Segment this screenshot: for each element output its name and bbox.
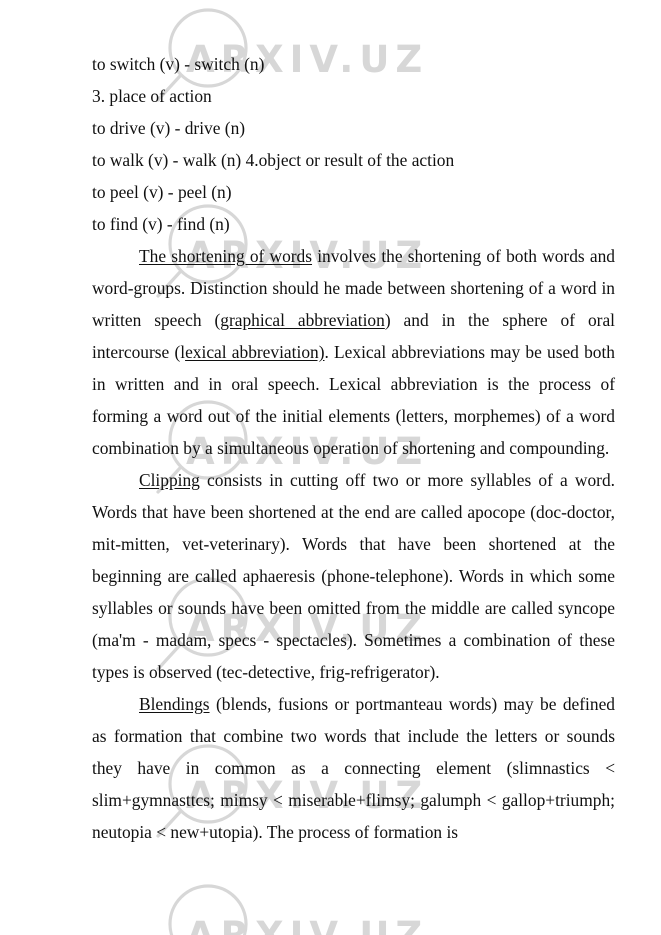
paragraph-text: (blends, fusions or portmanteau words) m… bbox=[92, 694, 615, 842]
text-line: to find (v) - find (n) bbox=[92, 214, 230, 234]
term-blendings: Blendings bbox=[139, 694, 210, 714]
paragraph-clipping: Clipping consists in cutting off two or … bbox=[92, 464, 615, 688]
paragraph-shortening: The shortening of words involves the sho… bbox=[92, 240, 615, 464]
text-line: to walk (v) - walk (n) 4.object or resul… bbox=[92, 150, 455, 170]
term-lexical-abbreviation: exical abbreviation) bbox=[185, 342, 325, 362]
term-graphical-abbreviation: graphical abbreviation bbox=[220, 310, 385, 330]
text-line: to peel (v) - peel (n) bbox=[92, 182, 232, 202]
text-line: to switch (v) - switch (n) bbox=[92, 54, 265, 74]
term-clipping: Clipping bbox=[139, 470, 200, 490]
text-line: 3. place of action bbox=[92, 86, 212, 106]
document-page: to switch (v) - switch (n) 3. place of a… bbox=[0, 0, 661, 935]
paragraph-blendings: Blendings (blends, fusions or portmantea… bbox=[92, 688, 615, 848]
text-line: to drive (v) - drive (n) bbox=[92, 118, 246, 138]
paragraph-text: consists in cutting off two or more syll… bbox=[92, 470, 615, 682]
term-shortening-of-words: The shortening of words bbox=[139, 246, 313, 266]
document-body: to switch (v) - switch (n) 3. place of a… bbox=[92, 48, 615, 848]
